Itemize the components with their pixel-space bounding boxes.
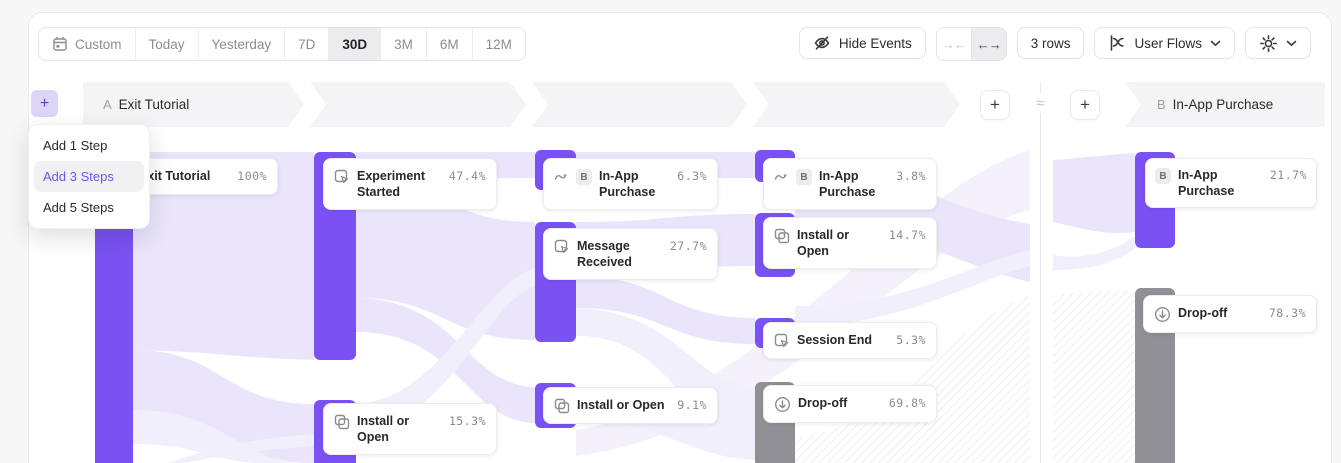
section-b-badge: B <box>1155 168 1171 184</box>
menu-item-add-3-steps[interactable]: Add 3 Steps <box>34 161 144 192</box>
append-step-button[interactable]: + <box>980 90 1010 120</box>
chevron-down-icon <box>1286 40 1297 47</box>
copies-icon <box>554 398 570 414</box>
node-drop-off[interactable]: Drop-off 69.8% <box>763 385 937 423</box>
node-message-received[interactable]: Message Received 27.7% <box>543 228 718 280</box>
date-range-today[interactable]: Today <box>135 28 198 60</box>
date-range-label: Custom <box>75 37 122 52</box>
node-label: Install or Open <box>577 397 665 413</box>
add-steps-menu: Add 1 Step Add 3 Steps Add 5 Steps <box>28 124 150 229</box>
node-label: Install or Open <box>797 227 882 259</box>
node-in-app-purchase-b[interactable]: B In-App Purchase 21.7% <box>1145 158 1317 208</box>
cursor-click-icon <box>774 333 790 349</box>
step-header-a[interactable]: A Exit Tutorial <box>83 82 304 127</box>
date-range-12m[interactable]: 12M <box>472 28 525 60</box>
cursor-click-icon <box>554 239 570 255</box>
node-label: Session End <box>797 332 872 348</box>
node-value: 15.3% <box>449 413 486 428</box>
node-value: 78.3% <box>1269 305 1306 320</box>
drop-off-icon <box>1154 306 1171 323</box>
node-label: In-App Purchase <box>599 168 661 200</box>
copies-icon <box>774 228 790 244</box>
step-title: Exit Tutorial <box>119 97 190 112</box>
node-install-or-open[interactable]: Install or Open 15.3% <box>323 403 497 455</box>
add-step-button-left[interactable]: + <box>31 90 58 117</box>
trend-arrow-icon <box>554 169 569 184</box>
node-install-or-open[interactable]: Install or Open 9.1% <box>543 387 718 424</box>
node-session-end[interactable]: Session End 5.3% <box>763 322 937 359</box>
approx-break-symbol: ≈ <box>1030 93 1051 113</box>
node-label: Message Received <box>577 238 657 270</box>
collapse-columns-button[interactable]: →← <box>937 28 971 60</box>
node-value: 9.1% <box>677 397 707 412</box>
copies-icon <box>334 414 350 430</box>
node-value: 21.7% <box>1270 167 1307 182</box>
rows-button[interactable]: 3 rows <box>1017 27 1085 59</box>
node-value: 14.7% <box>889 227 926 242</box>
node-experiment-started[interactable]: Experiment Started 47.4% <box>323 158 497 210</box>
expand-columns-button[interactable]: ←→ <box>971 28 1006 60</box>
node-label: Drop-off <box>1178 305 1227 321</box>
settings-button[interactable] <box>1245 27 1311 59</box>
hide-events-button[interactable]: Hide Events <box>799 27 926 59</box>
date-range-yesterday[interactable]: Yesterday <box>198 28 285 60</box>
flow-step-header-row: A Exit Tutorial <box>83 82 960 127</box>
node-value: 27.7% <box>670 238 707 253</box>
date-range-6m[interactable]: 6M <box>426 28 472 60</box>
drop-off-icon <box>774 396 791 413</box>
node-value: 100% <box>237 168 267 183</box>
node-label: Experiment Started <box>357 168 437 200</box>
node-value: 3.8% <box>896 168 926 183</box>
eye-off-icon <box>813 34 831 52</box>
node-in-app-purchase[interactable]: B In-App Purchase 6.3% <box>543 158 718 210</box>
section-divider <box>1040 82 1041 463</box>
chevron-down-icon <box>1210 40 1221 47</box>
node-install-or-open[interactable]: Install or Open 14.7% <box>763 217 937 269</box>
node-label: Drop-off <box>798 395 847 411</box>
date-range-30d[interactable]: 30D <box>328 28 380 60</box>
node-value: 5.3% <box>896 332 926 347</box>
node-drop-off-b[interactable]: Drop-off 78.3% <box>1143 295 1317 333</box>
menu-item-add-1-step[interactable]: Add 1 Step <box>34 130 144 161</box>
node-label: Install or Open <box>357 413 442 445</box>
flows-chart-icon <box>1108 34 1126 52</box>
step-letter: A <box>103 97 112 112</box>
prepend-step-button-right[interactable]: + <box>1070 90 1100 120</box>
date-range-3m[interactable]: 3M <box>380 28 426 60</box>
date-range-7d[interactable]: 7D <box>284 28 328 60</box>
node-label: In-App Purchase <box>1178 167 1263 199</box>
view-selector-button[interactable]: User Flows <box>1094 27 1235 59</box>
cursor-click-icon <box>334 169 350 185</box>
date-range-custom[interactable]: Custom <box>39 28 135 60</box>
step-letter: B <box>1157 97 1166 112</box>
trend-arrow-icon <box>774 169 789 184</box>
step-header-4[interactable] <box>753 82 960 127</box>
step-header-2[interactable] <box>310 82 526 127</box>
user-flows-screen: Custom Today Yesterday 7D 30D 3M 6M 12M … <box>0 0 1341 463</box>
step-header-b[interactable]: B In-App Purchase <box>1125 82 1325 127</box>
date-range-group: Custom Today Yesterday 7D 30D 3M 6M 12M <box>38 27 526 61</box>
toolbar: Custom Today Yesterday 7D 30D 3M 6M 12M … <box>0 27 1341 59</box>
section-b-badge: B <box>796 169 812 185</box>
node-value: 6.3% <box>677 168 707 183</box>
section-b-badge: B <box>576 169 592 185</box>
gear-icon <box>1259 34 1278 53</box>
node-value: 47.4% <box>449 168 486 183</box>
menu-item-add-5-steps[interactable]: Add 5 Steps <box>34 192 144 223</box>
collapse-expand-toggle: →← ←→ <box>936 27 1007 61</box>
step-title: In-App Purchase <box>1173 97 1274 112</box>
calendar-icon <box>52 36 68 52</box>
toolbar-right-cluster: Hide Events →← ←→ 3 rows User Flows <box>799 27 1311 59</box>
node-value: 69.8% <box>889 395 926 410</box>
node-label: In-App Purchase <box>819 168 881 200</box>
step-header-3[interactable] <box>532 82 747 127</box>
node-in-app-purchase[interactable]: B In-App Purchase 3.8% <box>763 158 937 210</box>
